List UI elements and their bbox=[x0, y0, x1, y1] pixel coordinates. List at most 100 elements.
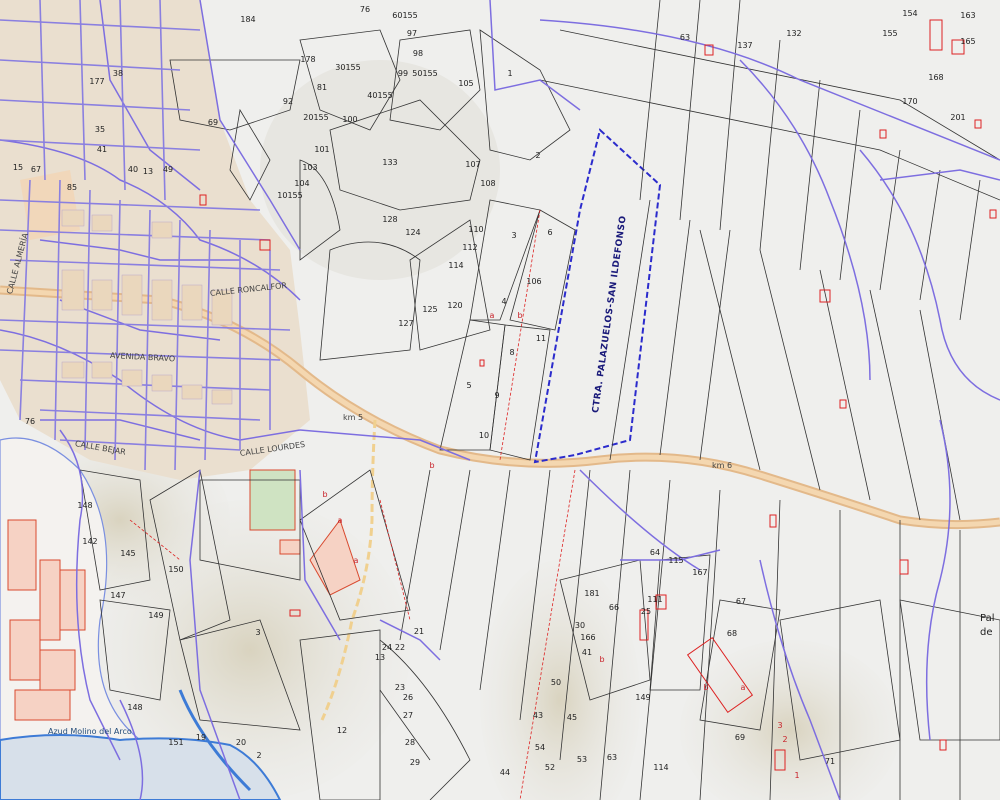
parcel-number: 26 bbox=[403, 693, 413, 702]
km-marker-5: km 5 bbox=[343, 413, 364, 422]
parcel-number: 63 bbox=[680, 33, 690, 42]
parcel-number: 19 bbox=[196, 733, 206, 742]
place-label-azud: Azud Molino del Arco bbox=[48, 727, 132, 736]
parcel-number: 148 bbox=[127, 703, 142, 712]
parcel-number: 177 bbox=[89, 77, 104, 86]
parcel-number: 49 bbox=[163, 165, 173, 174]
parcel-number: 99 bbox=[398, 69, 408, 78]
parcel-number: 133 bbox=[382, 158, 397, 167]
parcel-number: 132 bbox=[786, 29, 801, 38]
parcel-number: 4 bbox=[501, 297, 506, 306]
parcel-number: 165 bbox=[960, 37, 975, 46]
parcel-number: 21 bbox=[414, 627, 424, 636]
parcel-number: 28 bbox=[405, 738, 415, 747]
parcel-number: 104 bbox=[294, 179, 309, 188]
parcel-number: 142 bbox=[82, 537, 97, 546]
parcel-number: 97 bbox=[407, 29, 417, 38]
parcel-number: 54 bbox=[535, 743, 545, 752]
parcel-subdivision-mark: b bbox=[599, 655, 604, 664]
parcel-number: 166 bbox=[580, 633, 595, 642]
parcel-number: 151 bbox=[168, 738, 183, 747]
parcel-number: 101 bbox=[314, 145, 329, 154]
parcel-number: 50155 bbox=[412, 69, 437, 78]
parcel-subdivision-mark: a bbox=[490, 311, 495, 320]
parcel-number: 178 bbox=[300, 55, 315, 64]
parcel-number: 71 bbox=[825, 757, 835, 766]
parcel-number: 5 bbox=[466, 381, 471, 390]
parcel-number: 15 bbox=[13, 163, 23, 172]
parcel-number: 20155 bbox=[303, 113, 328, 122]
parcel-number: 50 bbox=[551, 678, 561, 687]
parcel-subdivision-mark: b bbox=[429, 461, 434, 470]
parcel-number: 167 bbox=[692, 568, 707, 577]
parcel-number: 10 bbox=[479, 431, 489, 440]
parcel-number: 1 bbox=[507, 69, 512, 78]
parcel-number: 120 bbox=[447, 301, 462, 310]
parcel-number: 201 bbox=[950, 113, 965, 122]
parcel-number: 154 bbox=[902, 9, 917, 18]
parcel-subdivision-mark: b bbox=[517, 311, 522, 320]
km-marker-6: km 6 bbox=[712, 461, 733, 470]
parcel-number: 29 bbox=[410, 758, 420, 767]
parcel-number: 69 bbox=[735, 733, 745, 742]
parcel-number: 2 bbox=[535, 151, 540, 160]
parcel-number: 52 bbox=[545, 763, 555, 772]
parcel-number: 12 bbox=[337, 726, 347, 735]
parcel-subdivision-mark: b bbox=[703, 683, 708, 692]
parcel-number: 2 bbox=[256, 751, 261, 760]
parcel-number: 81 bbox=[317, 83, 327, 92]
parcel-number: 64 bbox=[650, 548, 660, 557]
parcel-subdivision-mark: 2 bbox=[782, 735, 787, 744]
parcel-number: 63 bbox=[607, 753, 617, 762]
parcel-number: 114 bbox=[653, 763, 668, 772]
parcel-number: 125 bbox=[422, 305, 437, 314]
parcel-subdivision-mark: b bbox=[322, 490, 327, 499]
parcel-number: 41 bbox=[97, 145, 107, 154]
parcel-number: 149 bbox=[148, 611, 163, 620]
parcel-number: 147 bbox=[110, 591, 125, 600]
parcel-number: 148 bbox=[77, 501, 92, 510]
parcel-number: 45 bbox=[567, 713, 577, 722]
parcel-number: 53 bbox=[577, 755, 587, 764]
parcel-number: 41 bbox=[582, 648, 592, 657]
parcel-number: 60155 bbox=[392, 11, 417, 20]
parcel-number: 27 bbox=[403, 711, 413, 720]
parcel-number: 112 bbox=[462, 243, 477, 252]
parcel-number: 13 bbox=[143, 167, 153, 176]
parcel-number: 111 bbox=[647, 595, 662, 604]
parcel-number: 69 bbox=[208, 118, 218, 127]
parcel-number: 3 bbox=[511, 231, 516, 240]
parcel-number: 163 bbox=[960, 11, 975, 20]
parcel-number: 181 bbox=[584, 589, 599, 598]
parcel-number: 108 bbox=[480, 179, 495, 188]
parcel-number: 155 bbox=[882, 29, 897, 38]
parcel-number: 23 bbox=[395, 683, 405, 692]
parcel-number: 25 bbox=[641, 607, 651, 616]
parcel-number: 30155 bbox=[335, 63, 360, 72]
parcel-number: 22 bbox=[395, 643, 405, 652]
parcel-number: 38 bbox=[113, 69, 123, 78]
parcel-number: 13 bbox=[375, 653, 385, 662]
parcel-subdivision-mark: 1 bbox=[794, 771, 799, 780]
parcel-number: 67 bbox=[31, 165, 41, 174]
parcel-number: 184 bbox=[240, 15, 255, 24]
parcel-number: 115 bbox=[668, 556, 683, 565]
parcel-number: 150 bbox=[168, 565, 183, 574]
parcel-number: 110 bbox=[468, 225, 483, 234]
cadastral-map[interactable]: 184 76 60155 97 98 99 50155 105 1 2 63 137 132 155 154… bbox=[0, 0, 1000, 800]
map-canvas[interactable]: 1847660155979899 501551051263137132 155154… bbox=[0, 0, 1000, 800]
parcel-number: 137 bbox=[737, 41, 752, 50]
parcel-number: 168 bbox=[928, 73, 943, 82]
edge-text-fragment: Pal de bbox=[980, 613, 995, 638]
parcel-number: 9 bbox=[494, 391, 499, 400]
parcel-subdivision-mark: a bbox=[354, 556, 359, 565]
parcel-number: 40 bbox=[128, 165, 138, 174]
parcel-number: 68 bbox=[727, 629, 737, 638]
parcel-number: 30 bbox=[575, 621, 585, 630]
parcel-number: 106 bbox=[526, 277, 541, 286]
parcel-number: 24 bbox=[382, 643, 392, 652]
parcel-number: 145 bbox=[120, 549, 135, 558]
parcel-number: 3 bbox=[255, 628, 260, 637]
parcel-subdivision-mark: a bbox=[338, 516, 343, 525]
parcel-number: 20 bbox=[236, 738, 246, 747]
